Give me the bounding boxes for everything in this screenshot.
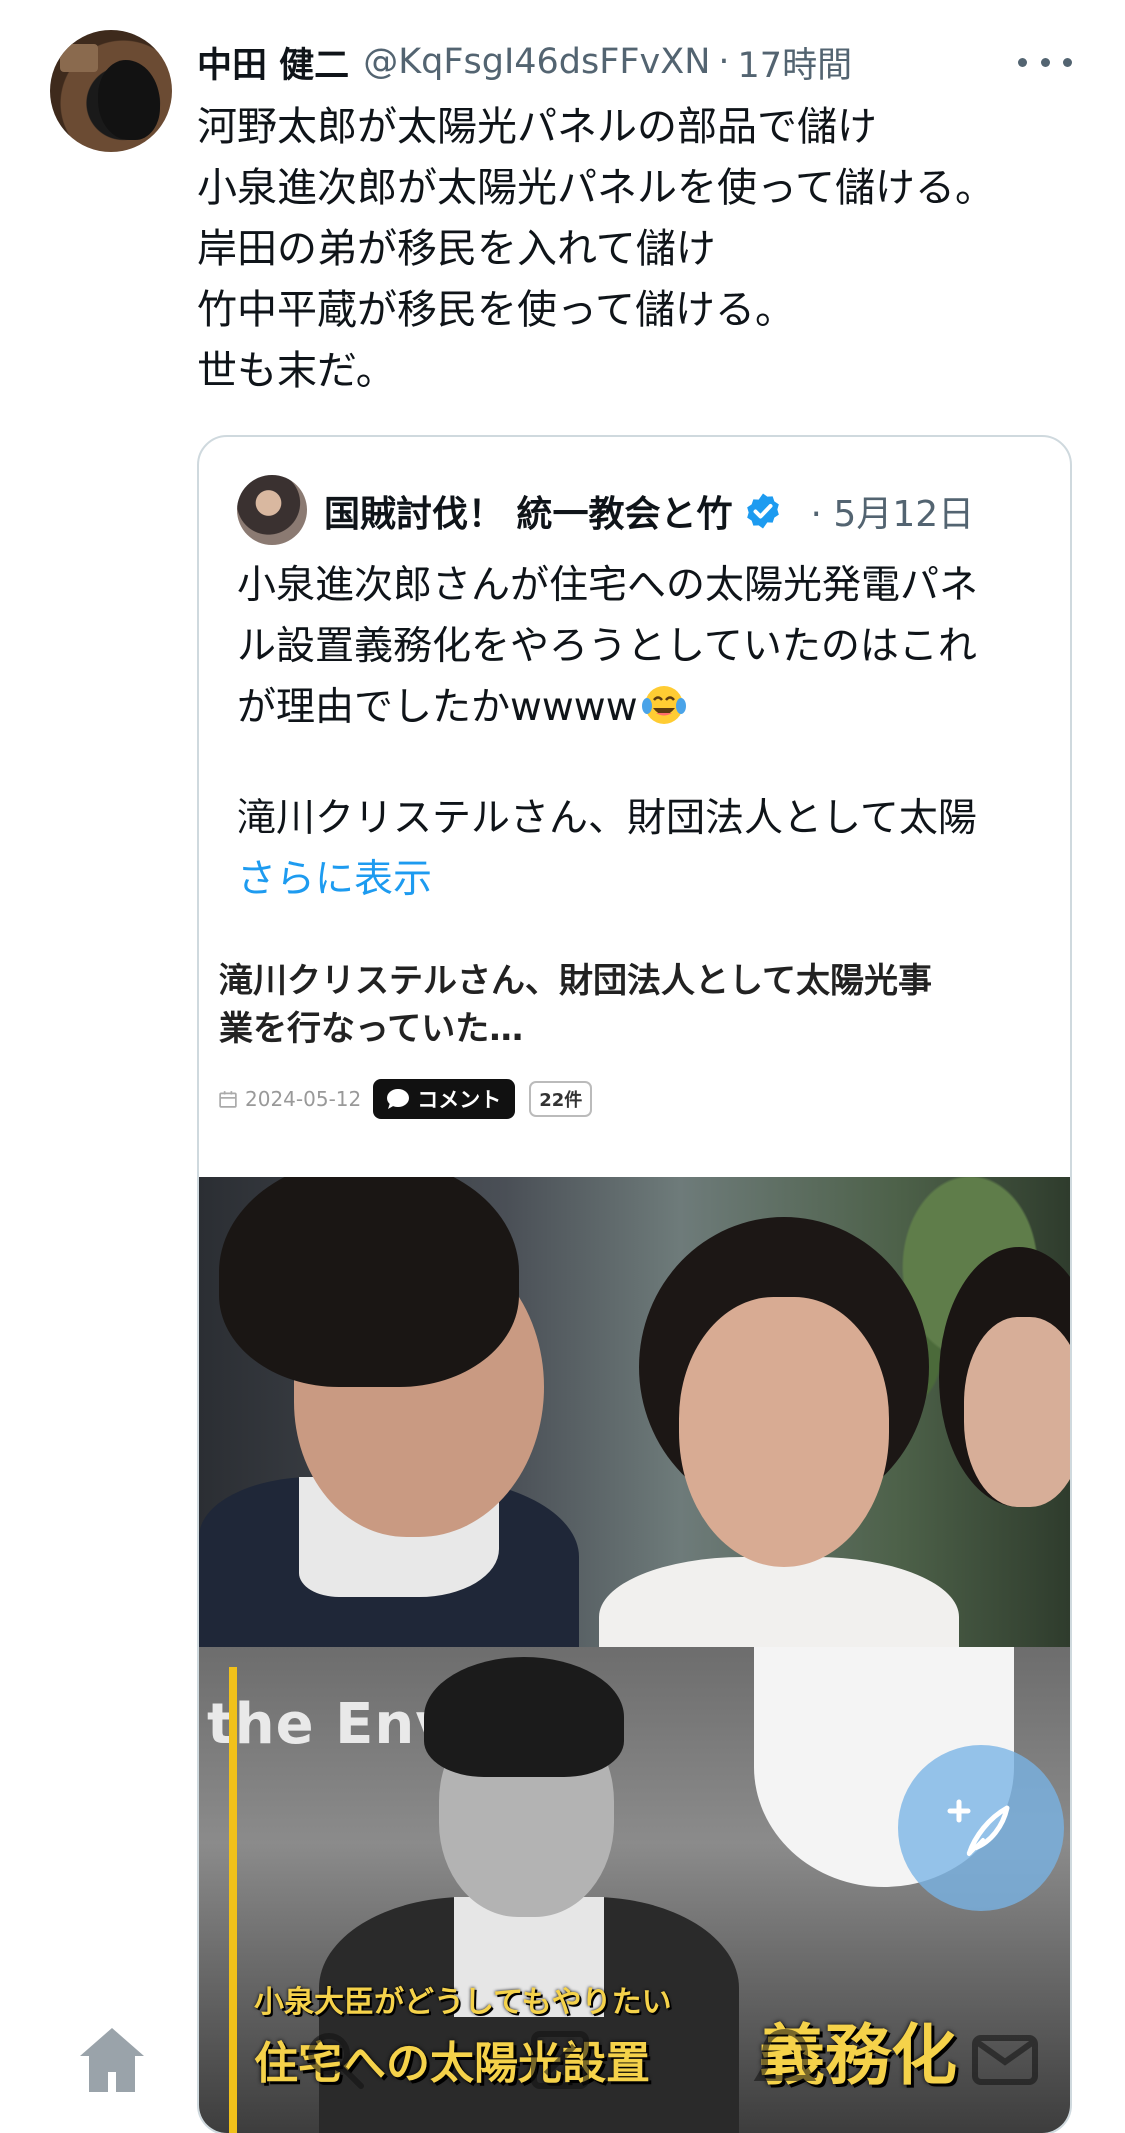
tweet-detail-screen: 中田 健二 @KqFsgI46dsFFvXN · 17時間 河野太郎が太陽光パネ… [0,0,1125,2133]
quoted-tweet-text: 小泉進次郎さんが住宅への太陽光発電パネ ル設置義務化をやろうとしていたのはこれ … [237,555,1057,910]
quoted-author-name[interactable]: 国賊討伐！ 統一教会と竹 [324,485,733,537]
bottom-navigation [0,2000,1125,2133]
compose-button[interactable] [898,1745,1064,1911]
quoted-line: 滝川クリステルさん、財団法人として太陽 [237,796,977,841]
tweet-header: 中田 健二 @KqFsgI46dsFFvXN · 17時間 [197,34,1077,90]
comment-button: コメント [373,1079,516,1119]
compose-icon [947,1799,1010,1856]
quoted-line: が理由でしたかwwww [237,685,638,730]
speech-bubble-icon [387,1089,410,1109]
article-title-line: 業を行なっていた… [219,1009,524,1049]
photo-man-hair [219,1177,519,1387]
tweet-line: 河野太郎が太陽光パネルの部品で儲け [197,104,877,150]
article-title: 滝川クリステルさん、財団法人として太陽光事 業を行なっていた… [219,957,1059,1053]
quoted-author-avatar[interactable] [237,475,307,545]
photo-hair [424,1657,624,1777]
avatar-background-chair [60,44,98,72]
avatar-dog [98,60,160,140]
article-title-line: 滝川クリステルさん、財団法人として太陽光事 [219,961,932,1001]
article-meta: 2024-05-12 コメント 22件 [219,1077,593,1121]
notifications-icon[interactable] [745,2020,825,2100]
photo-woman-body [599,1557,959,1647]
article-date: 2024-05-12 [245,1087,362,1111]
verified-icon [746,493,779,529]
author-handle[interactable]: @KqFsgI46dsFFvXN [363,42,710,82]
search-icon[interactable] [295,2020,375,2100]
show-more-link[interactable]: さらに表示 [237,849,1057,910]
home-icon[interactable] [72,2020,152,2100]
header-separator: · [718,42,730,82]
tweet-text: 河野太郎が太陽光パネルの部品で儲け 小泉進次郎が太陽光パネルを使って儲ける。 岸… [197,97,1077,402]
author-name[interactable]: 中田 健二 [197,37,349,88]
tweet-line: 岸田の弟が移民を入れて儲け [197,226,716,272]
tweet-line: 竹中平蔵が移民を使って儲ける。 [197,287,795,333]
quoted-line: 小泉進次郎さんが住宅への太陽光発電パネ [237,563,979,608]
photo-girl-face [964,1317,1070,1507]
comment-count-badge: 22件 [529,1081,593,1117]
quoted-tweet-timestamp[interactable]: · 5月12日 [811,485,975,537]
quoted-line: ル設置義務化をやろうとしていたのはこれ [237,624,977,669]
author-avatar[interactable] [50,30,172,152]
comment-label: コメント [417,1088,502,1112]
quoted-tweet-header: 国賊討伐！ 統一教会と竹 · 5月12日 [324,477,1049,545]
tweet-timestamp[interactable]: 17時間 [738,37,853,88]
calendar-icon [219,1091,237,1108]
tweet-line: 小泉進次郎が太陽光パネルを使って儲ける。 [197,165,995,211]
face-with-tears-of-joy-icon [641,686,686,724]
quoted-line-with-emoji: が理由でしたかwwww [237,677,1057,738]
grok-icon[interactable] [520,2020,600,2100]
photo-woman-face [679,1297,889,1567]
article-photo[interactable] [199,1177,1070,1647]
more-icon[interactable] [1018,42,1072,82]
tweet-line: 世も末だ。 [197,348,396,394]
messages-icon[interactable] [965,2020,1045,2100]
